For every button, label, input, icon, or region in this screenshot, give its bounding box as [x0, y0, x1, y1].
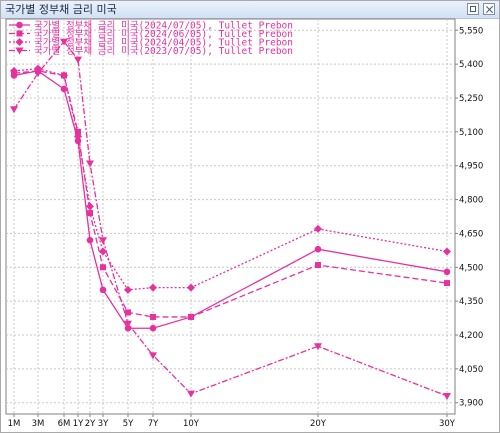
x-tick-label: 20Y: [310, 419, 327, 429]
x-tick-label: 5Y: [123, 419, 134, 429]
data-point-circle: [60, 85, 68, 93]
y-tick-label: 5,550: [459, 26, 483, 36]
data-point-circle: [86, 236, 94, 244]
x-tick-label: 1M: [8, 419, 21, 429]
data-point-square: [150, 313, 156, 320]
x-tick-label: 1Y: [73, 419, 84, 429]
y-tick-label: 4,200: [459, 331, 483, 341]
data-point-circle: [443, 268, 451, 276]
yield-curve-chart: 1M 3M 6M 1Y 2Y 3Y 5Y 7Y 10Y 20Y 30Y 3,900 4,050 4,20…: [5, 18, 483, 429]
x-tick-label: 7Y: [148, 419, 159, 429]
x-axis: 1M 3M 6M 1Y 2Y 3Y 5Y 7Y 10Y 20Y 30Y: [8, 414, 456, 429]
legend: 국가별 정부채 금리 미국(2024/07/05), Tullet Prebon…: [9, 21, 293, 57]
data-point-circle: [149, 324, 157, 332]
y-axis: 3,900 4,050 4,200 4,350 4,500 4,650 4,800 4,950…: [455, 26, 483, 409]
x-tick-label: 3Y: [98, 419, 109, 429]
y-tick-label: 5,400: [459, 60, 483, 70]
y-tick-label: 5,250: [459, 94, 483, 104]
y-tick-label: 4,500: [459, 263, 483, 273]
y-tick-label: 4,350: [459, 297, 483, 307]
x-tick-label: 3M: [32, 419, 45, 429]
y-tick-label: 4,650: [459, 229, 483, 239]
data-point-circle: [314, 245, 322, 253]
data-point-square: [315, 262, 321, 269]
data-point-square: [444, 280, 450, 287]
x-tick-label: 6M: [58, 419, 71, 429]
legend-entry-4: 국가별 정부채 금리 미국(2023/07/05), Tullet Prebon: [9, 46, 293, 57]
x-tick-label: 10Y: [183, 419, 200, 429]
y-tick-label: 4,950: [459, 162, 483, 172]
data-point-square: [188, 313, 194, 320]
x-tick-label: 2Y: [85, 419, 96, 429]
legend-label: 국가별 정부채 금리 미국(2023/07/05), Tullet Prebon: [34, 46, 293, 57]
x-tick-label: 30Y: [439, 419, 456, 429]
legend-marker-circle: [16, 21, 23, 29]
y-tick-label: 3,900: [459, 399, 483, 409]
y-tick-label: 5,100: [459, 128, 483, 138]
legend-marker-square: [16, 30, 23, 37]
y-tick-label: 4,800: [459, 196, 483, 206]
y-tick-label: 4,050: [459, 365, 483, 375]
data-point-square: [100, 264, 106, 271]
data-point-square: [125, 309, 131, 316]
data-point-circle: [99, 286, 107, 294]
plot-area: [5, 18, 456, 415]
